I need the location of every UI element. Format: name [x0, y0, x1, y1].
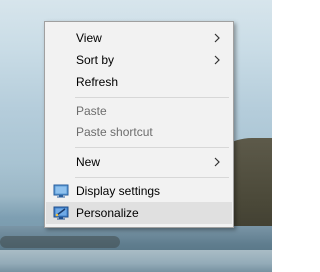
menu-item-new[interactable]: New — [46, 151, 232, 173]
menu-item-label: Sort by — [76, 53, 115, 67]
menu-item-paste-shortcut: Paste shortcut — [46, 121, 232, 143]
menu-item-label: Paste — [76, 104, 107, 118]
menu-item-label: Personalize — [76, 206, 139, 220]
menu-item-label: Display settings — [76, 184, 161, 198]
menu-item-sort-by[interactable]: Sort by — [46, 49, 232, 71]
menu-separator — [75, 177, 229, 178]
menu-separator — [75, 147, 229, 148]
display-icon — [53, 184, 69, 198]
menu-item-label: Refresh — [76, 75, 119, 89]
menu-item-personalize[interactable]: Personalize — [46, 202, 232, 224]
menu-item-paste: Paste — [46, 100, 232, 122]
desktop-context-menu: View Sort by Refresh Paste Paste shortcu… — [44, 21, 234, 228]
personalize-icon — [53, 206, 69, 220]
menu-item-label: View — [76, 31, 102, 45]
menu-item-refresh[interactable]: Refresh — [46, 71, 232, 93]
menu-separator — [75, 97, 229, 98]
menu-item-label: Paste shortcut — [76, 125, 153, 139]
menu-item-label: New — [76, 155, 101, 169]
desktop-wallpaper-foam — [0, 250, 272, 272]
desktop-wallpaper-rocks — [0, 236, 120, 248]
menu-item-view[interactable]: View — [46, 27, 232, 49]
menu-item-display-settings[interactable]: Display settings — [46, 180, 232, 202]
chevron-right-icon — [214, 55, 220, 65]
chevron-right-icon — [214, 157, 220, 167]
chevron-right-icon — [214, 33, 220, 43]
